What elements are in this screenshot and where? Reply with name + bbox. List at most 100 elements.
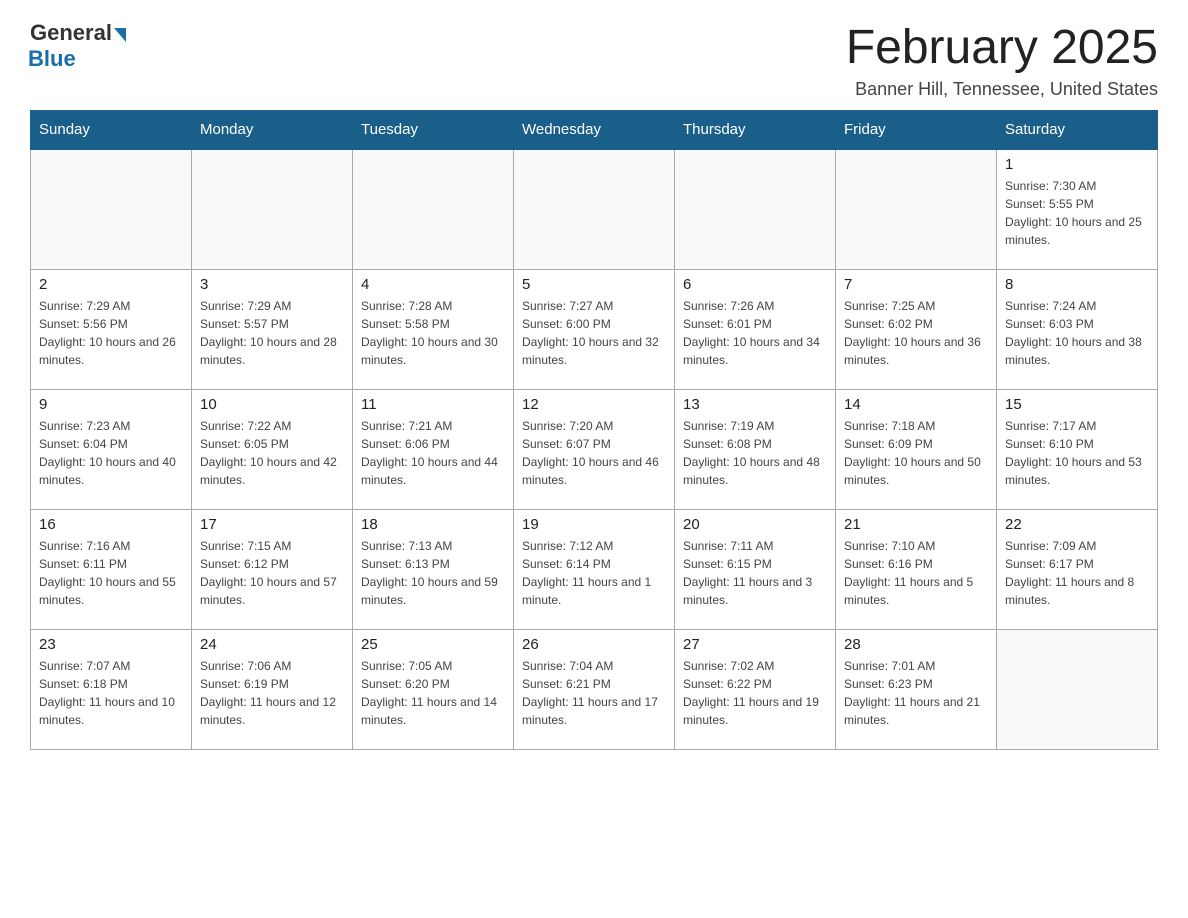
calendar-week-row: 9 Sunrise: 7:23 AMSunset: 6:04 PMDaylight… <box>31 389 1158 509</box>
calendar-day-cell: 5 Sunrise: 7:27 AMSunset: 6:00 PMDaylight… <box>514 269 675 389</box>
day-number: 15 <box>1005 396 1149 413</box>
day-number: 11 <box>361 396 505 413</box>
calendar-day-cell: 21 Sunrise: 7:10 AMSunset: 6:16 PMDayligh… <box>836 509 997 629</box>
calendar-day-cell: 24 Sunrise: 7:06 AMSunset: 6:19 PMDayligh… <box>192 629 353 749</box>
day-info: Sunrise: 7:13 AMSunset: 6:13 PMDaylight:… <box>361 537 505 609</box>
day-info: Sunrise: 7:28 AMSunset: 5:58 PMDaylight:… <box>361 297 505 369</box>
day-info: Sunrise: 7:30 AMSunset: 5:55 PMDaylight:… <box>1005 177 1149 249</box>
day-info: Sunrise: 7:05 AMSunset: 6:20 PMDaylight:… <box>361 657 505 729</box>
calendar-day-cell: 15 Sunrise: 7:17 AMSunset: 6:10 PMDayligh… <box>997 389 1158 509</box>
day-number: 6 <box>683 276 827 293</box>
logo-general-text: General <box>30 20 112 46</box>
day-number: 4 <box>361 276 505 293</box>
logo-arrow-icon <box>114 28 126 42</box>
day-number: 9 <box>39 396 183 413</box>
day-info: Sunrise: 7:11 AMSunset: 6:15 PMDaylight:… <box>683 537 827 609</box>
calendar-day-cell: 19 Sunrise: 7:12 AMSunset: 6:14 PMDayligh… <box>514 509 675 629</box>
day-number: 16 <box>39 516 183 533</box>
calendar-day-cell <box>514 149 675 269</box>
day-info: Sunrise: 7:29 AMSunset: 5:57 PMDaylight:… <box>200 297 344 369</box>
weekday-header-sunday: Sunday <box>31 111 192 150</box>
day-number: 5 <box>522 276 666 293</box>
calendar-day-cell <box>192 149 353 269</box>
day-info: Sunrise: 7:12 AMSunset: 6:14 PMDaylight:… <box>522 537 666 609</box>
day-number: 26 <box>522 636 666 653</box>
day-number: 3 <box>200 276 344 293</box>
day-number: 24 <box>200 636 344 653</box>
calendar-day-cell: 8 Sunrise: 7:24 AMSunset: 6:03 PMDaylight… <box>997 269 1158 389</box>
day-number: 21 <box>844 516 988 533</box>
day-info: Sunrise: 7:10 AMSunset: 6:16 PMDaylight:… <box>844 537 988 609</box>
calendar-day-cell: 7Sunrise: 7:25 AMSunset: 6:02 PMDaylight… <box>836 269 997 389</box>
calendar-week-row: 1 Sunrise: 7:30 AMSunset: 5:55 PMDaylight… <box>31 149 1158 269</box>
day-info: Sunrise: 7:24 AMSunset: 6:03 PMDaylight:… <box>1005 297 1149 369</box>
day-number: 8 <box>1005 276 1149 293</box>
day-number: 19 <box>522 516 666 533</box>
calendar-day-cell <box>997 629 1158 749</box>
calendar-day-cell: 3 Sunrise: 7:29 AMSunset: 5:57 PMDaylight… <box>192 269 353 389</box>
calendar-day-cell: 22 Sunrise: 7:09 AMSunset: 6:17 PMDayligh… <box>997 509 1158 629</box>
calendar-day-cell <box>31 149 192 269</box>
day-number: 13 <box>683 396 827 413</box>
calendar-table: SundayMondayTuesdayWednesdayThursdayFrid… <box>30 110 1158 750</box>
calendar-week-row: 2 Sunrise: 7:29 AMSunset: 5:56 PMDaylight… <box>31 269 1158 389</box>
day-info: Sunrise: 7:25 AMSunset: 6:02 PMDaylight:… <box>844 297 988 369</box>
day-number: 18 <box>361 516 505 533</box>
calendar-day-cell: 16 Sunrise: 7:16 AMSunset: 6:11 PMDayligh… <box>31 509 192 629</box>
calendar-day-cell: 18 Sunrise: 7:13 AMSunset: 6:13 PMDayligh… <box>353 509 514 629</box>
calendar-week-row: 23Sunrise: 7:07 AMSunset: 6:18 PMDayligh… <box>31 629 1158 749</box>
weekday-header-tuesday: Tuesday <box>353 111 514 150</box>
weekday-header-wednesday: Wednesday <box>514 111 675 150</box>
day-info: Sunrise: 7:20 AMSunset: 6:07 PMDaylight:… <box>522 417 666 489</box>
day-info: Sunrise: 7:29 AMSunset: 5:56 PMDaylight:… <box>39 297 183 369</box>
calendar-day-cell <box>675 149 836 269</box>
day-info: Sunrise: 7:23 AMSunset: 6:04 PMDaylight:… <box>39 417 183 489</box>
day-info: Sunrise: 7:06 AMSunset: 6:19 PMDaylight:… <box>200 657 344 729</box>
weekday-header-friday: Friday <box>836 111 997 150</box>
calendar-day-cell: 17 Sunrise: 7:15 AMSunset: 6:12 PMDayligh… <box>192 509 353 629</box>
day-info: Sunrise: 7:19 AMSunset: 6:08 PMDaylight:… <box>683 417 827 489</box>
calendar-day-cell <box>836 149 997 269</box>
day-info: Sunrise: 7:01 AMSunset: 6:23 PMDaylight:… <box>844 657 988 729</box>
calendar-day-cell: 13 Sunrise: 7:19 AMSunset: 6:08 PMDayligh… <box>675 389 836 509</box>
day-number: 20 <box>683 516 827 533</box>
title-block: February 2025 Banner Hill, Tennessee, Un… <box>846 20 1158 100</box>
calendar-day-cell: 25 Sunrise: 7:05 AMSunset: 6:20 PMDayligh… <box>353 629 514 749</box>
day-info: Sunrise: 7:16 AMSunset: 6:11 PMDaylight:… <box>39 537 183 609</box>
calendar-day-cell: 9 Sunrise: 7:23 AMSunset: 6:04 PMDaylight… <box>31 389 192 509</box>
day-number: 1 <box>1005 156 1149 173</box>
day-info: Sunrise: 7:26 AMSunset: 6:01 PMDaylight:… <box>683 297 827 369</box>
day-info: Sunrise: 7:04 AMSunset: 6:21 PMDaylight:… <box>522 657 666 729</box>
day-info: Sunrise: 7:02 AMSunset: 6:22 PMDaylight:… <box>683 657 827 729</box>
day-number: 17 <box>200 516 344 533</box>
day-info: Sunrise: 7:17 AMSunset: 6:10 PMDaylight:… <box>1005 417 1149 489</box>
calendar-day-cell: 12Sunrise: 7:20 AMSunset: 6:07 PMDayligh… <box>514 389 675 509</box>
day-info: Sunrise: 7:27 AMSunset: 6:00 PMDaylight:… <box>522 297 666 369</box>
weekday-header-row: SundayMondayTuesdayWednesdayThursdayFrid… <box>31 111 1158 150</box>
day-info: Sunrise: 7:15 AMSunset: 6:12 PMDaylight:… <box>200 537 344 609</box>
calendar-day-cell: 23Sunrise: 7:07 AMSunset: 6:18 PMDayligh… <box>31 629 192 749</box>
day-info: Sunrise: 7:18 AMSunset: 6:09 PMDaylight:… <box>844 417 988 489</box>
day-number: 10 <box>200 396 344 413</box>
calendar-day-cell: 14Sunrise: 7:18 AMSunset: 6:09 PMDayligh… <box>836 389 997 509</box>
day-info: Sunrise: 7:21 AMSunset: 6:06 PMDaylight:… <box>361 417 505 489</box>
page-header: General Blue February 2025 Banner Hill, … <box>30 20 1158 100</box>
weekday-header-saturday: Saturday <box>997 111 1158 150</box>
calendar-day-cell: 27 Sunrise: 7:02 AMSunset: 6:22 PMDayligh… <box>675 629 836 749</box>
calendar-day-cell: 28 Sunrise: 7:01 AMSunset: 6:23 PMDayligh… <box>836 629 997 749</box>
calendar-day-cell: 2 Sunrise: 7:29 AMSunset: 5:56 PMDaylight… <box>31 269 192 389</box>
location-subtitle: Banner Hill, Tennessee, United States <box>846 79 1158 100</box>
calendar-day-cell: 26 Sunrise: 7:04 AMSunset: 6:21 PMDayligh… <box>514 629 675 749</box>
logo: General Blue <box>30 20 126 72</box>
day-number: 28 <box>844 636 988 653</box>
day-info: Sunrise: 7:09 AMSunset: 6:17 PMDaylight:… <box>1005 537 1149 609</box>
weekday-header-thursday: Thursday <box>675 111 836 150</box>
weekday-header-monday: Monday <box>192 111 353 150</box>
day-number: 23 <box>39 636 183 653</box>
day-number: 27 <box>683 636 827 653</box>
calendar-day-cell: 20 Sunrise: 7:11 AMSunset: 6:15 PMDayligh… <box>675 509 836 629</box>
day-number: 2 <box>39 276 183 293</box>
day-number: 22 <box>1005 516 1149 533</box>
day-number: 25 <box>361 636 505 653</box>
calendar-day-cell: 4 Sunrise: 7:28 AMSunset: 5:58 PMDaylight… <box>353 269 514 389</box>
